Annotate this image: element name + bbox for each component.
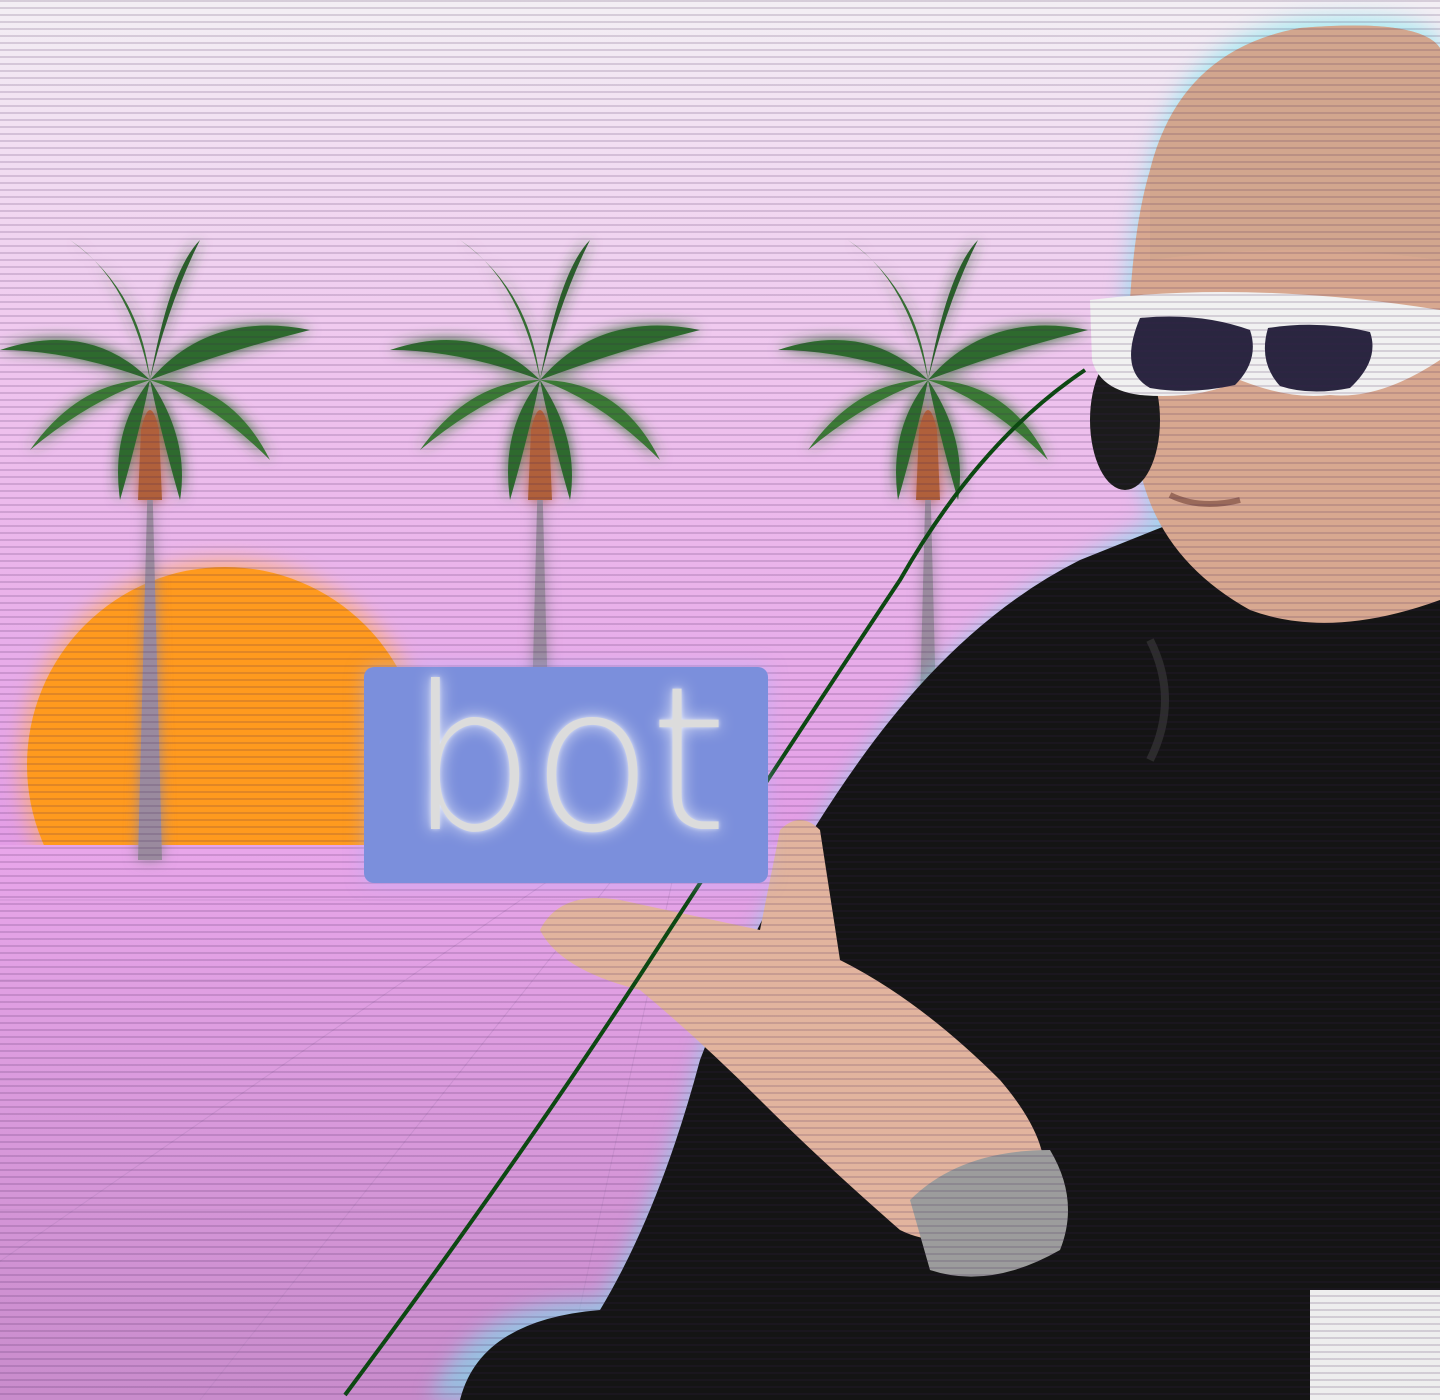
bot-caption: bot xyxy=(408,644,728,877)
bot-caption-box: bot xyxy=(364,661,768,883)
meme-scene: bot xyxy=(0,0,1440,1400)
